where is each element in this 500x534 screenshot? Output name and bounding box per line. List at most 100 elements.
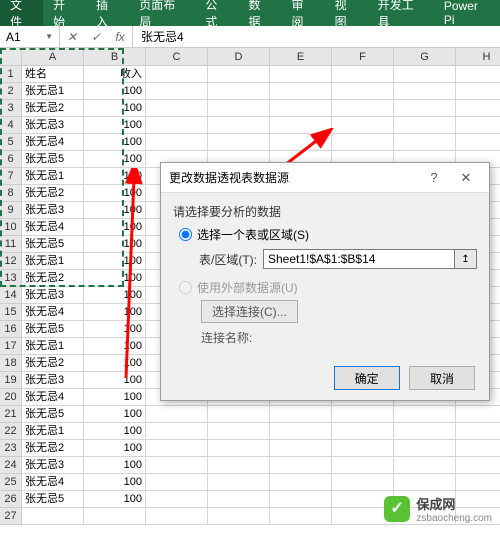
cell[interactable]: 张无忌2 (22, 185, 84, 202)
cell[interactable] (394, 117, 456, 134)
cell[interactable]: 100 (84, 83, 146, 100)
cell[interactable]: 张无忌5 (22, 236, 84, 253)
cell[interactable] (394, 440, 456, 457)
cell[interactable]: 张无忌4 (22, 304, 84, 321)
cell[interactable]: 张无忌3 (22, 117, 84, 134)
cell[interactable] (456, 100, 500, 117)
row-header[interactable]: 11 (0, 236, 22, 253)
cell[interactable]: 张无忌5 (22, 321, 84, 338)
cell[interactable] (22, 508, 84, 525)
cell[interactable]: 张无忌4 (22, 219, 84, 236)
cell[interactable] (208, 117, 270, 134)
cell[interactable]: 100 (84, 457, 146, 474)
cell[interactable] (332, 474, 394, 491)
row-header[interactable]: 7 (0, 168, 22, 185)
cell[interactable] (456, 134, 500, 151)
ribbon-tab[interactable]: 文件 (0, 0, 43, 26)
cell[interactable]: 姓名 (22, 66, 84, 83)
cell[interactable]: 张无忌3 (22, 287, 84, 304)
dialog-titlebar[interactable]: 更改数据透视表数据源 ? ✕ (161, 163, 489, 193)
cell[interactable]: 张无忌4 (22, 474, 84, 491)
cell[interactable] (456, 440, 500, 457)
cell[interactable] (456, 406, 500, 423)
ribbon-tab[interactable]: 视图 (325, 0, 368, 26)
row-header[interactable]: 26 (0, 491, 22, 508)
cell[interactable]: 100 (84, 406, 146, 423)
cell[interactable]: 100 (84, 168, 146, 185)
cell[interactable] (394, 423, 456, 440)
cell[interactable] (270, 100, 332, 117)
cancel-button[interactable]: 取消 (409, 366, 475, 390)
cell[interactable]: 100 (84, 253, 146, 270)
cell[interactable] (332, 134, 394, 151)
ribbon-tab[interactable]: 数据 (238, 0, 281, 26)
ribbon-tab[interactable]: 公式 (195, 0, 238, 26)
column-header[interactable]: B (84, 48, 146, 66)
cell[interactable] (332, 100, 394, 117)
cell[interactable] (456, 474, 500, 491)
cell[interactable] (208, 491, 270, 508)
cell[interactable]: 张无忌1 (22, 253, 84, 270)
cell[interactable] (394, 474, 456, 491)
cell[interactable]: 100 (84, 321, 146, 338)
accept-formula-icon[interactable]: ✓ (84, 26, 108, 47)
row-header[interactable]: 14 (0, 287, 22, 304)
cell[interactable] (332, 117, 394, 134)
cell[interactable]: 张无忌2 (22, 270, 84, 287)
close-icon[interactable]: ✕ (451, 168, 481, 188)
cell[interactable]: 100 (84, 270, 146, 287)
row-header[interactable]: 19 (0, 372, 22, 389)
cell[interactable] (394, 134, 456, 151)
column-header[interactable]: F (332, 48, 394, 66)
cell[interactable]: 收入 (84, 66, 146, 83)
cell[interactable] (208, 457, 270, 474)
row-header[interactable]: 21 (0, 406, 22, 423)
ok-button[interactable]: 确定 (334, 366, 400, 390)
cell[interactable]: 100 (84, 151, 146, 168)
row-header[interactable]: 27 (0, 508, 22, 525)
cell[interactable] (146, 457, 208, 474)
cell[interactable] (332, 83, 394, 100)
cell[interactable] (270, 508, 332, 525)
column-header[interactable]: C (146, 48, 208, 66)
row-header[interactable]: 16 (0, 321, 22, 338)
cell[interactable] (146, 440, 208, 457)
cell[interactable] (332, 457, 394, 474)
cell[interactable]: 张无忌2 (22, 355, 84, 372)
cell[interactable]: 张无忌1 (22, 423, 84, 440)
cell[interactable] (146, 474, 208, 491)
row-header[interactable]: 24 (0, 457, 22, 474)
cell[interactable]: 张无忌4 (22, 389, 84, 406)
column-header[interactable]: H (456, 48, 500, 66)
cell[interactable]: 张无忌3 (22, 202, 84, 219)
cell[interactable]: 100 (84, 304, 146, 321)
cell[interactable]: 100 (84, 202, 146, 219)
cell[interactable]: 100 (84, 100, 146, 117)
cell[interactable] (208, 406, 270, 423)
cell[interactable]: 张无忌5 (22, 151, 84, 168)
cancel-formula-icon[interactable]: ✕ (60, 26, 84, 47)
cell[interactable]: 张无忌3 (22, 457, 84, 474)
ribbon-tab[interactable]: 开发工具 (368, 0, 434, 26)
cell[interactable]: 100 (84, 134, 146, 151)
cell[interactable]: 张无忌5 (22, 491, 84, 508)
cell[interactable]: 100 (84, 491, 146, 508)
cell[interactable] (208, 66, 270, 83)
row-header[interactable]: 10 (0, 219, 22, 236)
cell[interactable]: 张无忌1 (22, 168, 84, 185)
cell[interactable] (332, 406, 394, 423)
cell[interactable] (456, 83, 500, 100)
cell[interactable] (456, 66, 500, 83)
cell[interactable] (208, 474, 270, 491)
help-icon[interactable]: ? (419, 168, 449, 188)
row-header[interactable]: 22 (0, 423, 22, 440)
row-header[interactable]: 17 (0, 338, 22, 355)
cell[interactable] (270, 134, 332, 151)
row-header[interactable]: 23 (0, 440, 22, 457)
cell[interactable]: 张无忌1 (22, 83, 84, 100)
cell[interactable] (146, 406, 208, 423)
cell[interactable]: 100 (84, 338, 146, 355)
cell[interactable] (456, 117, 500, 134)
row-header[interactable]: 9 (0, 202, 22, 219)
chevron-down-icon[interactable]: ▼ (45, 32, 53, 41)
